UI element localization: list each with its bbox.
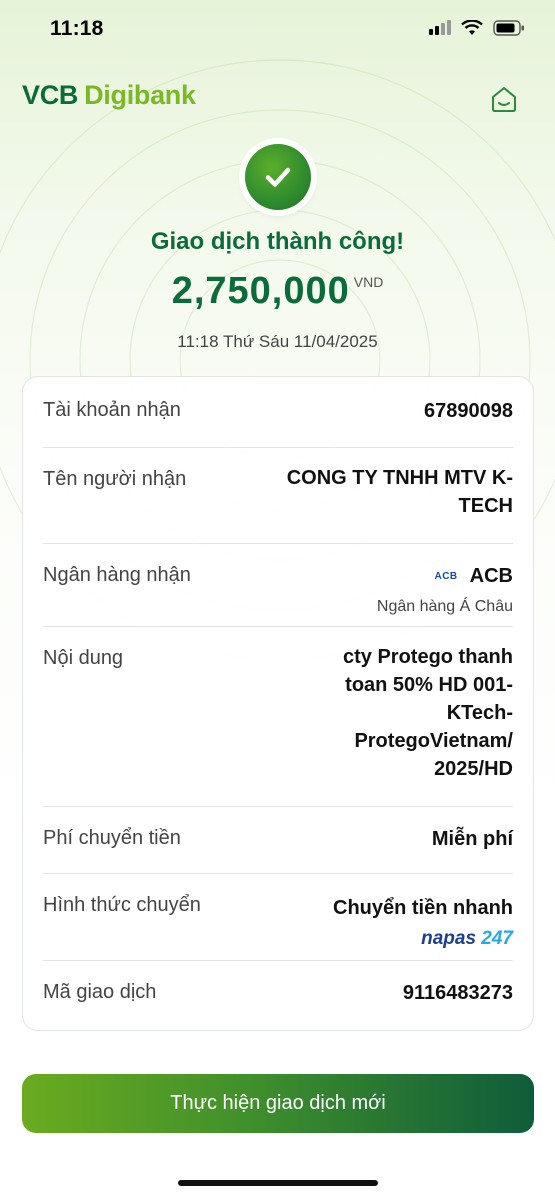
new-transaction-button[interactable]: Thực hiện giao dịch mới	[22, 1074, 534, 1133]
detail-row-method: Hình thức chuyển Chuyển tiền nhanh napas…	[43, 874, 513, 961]
detail-row-fee: Phí chuyển tiền Miễn phí	[43, 807, 513, 874]
vcb-digibank-logo: VCB Digibank	[22, 80, 196, 111]
method-value: Chuyển tiền nhanh	[333, 897, 513, 919]
txid-value: 9116483273	[402, 982, 513, 1004]
content-line: toan 50% HD 001-	[345, 674, 513, 696]
txid-label: Mã giao dịch	[43, 981, 157, 1003]
logo-digibank-text: Digibank	[84, 80, 196, 110]
fee-label: Phí chuyển tiền	[43, 827, 181, 849]
method-label: Hình thức chuyển	[43, 894, 201, 916]
acb-logo: ACB	[434, 570, 458, 582]
recipient-value-line2: TECH	[458, 495, 513, 517]
logo-vcb-text: VCB	[22, 80, 79, 110]
transaction-details-card: Tài khoản nhận 67890098 Tên người nhận C…	[22, 376, 534, 1031]
status-time: 11:18	[50, 17, 104, 40]
napas247-logo: napas 247	[421, 928, 513, 950]
detail-row-bank: Ngân hàng nhận ACB ACB Ngân hàng Á Châu	[43, 544, 513, 627]
recipient-label: Tên người nhận	[43, 468, 187, 490]
content-line: 2025/HD	[434, 758, 513, 780]
battery-icon	[493, 20, 524, 36]
home-icon	[492, 87, 516, 112]
signal-icon	[429, 20, 451, 35]
detail-row-txid: Mã giao dịch 9116483273	[43, 961, 513, 1031]
status-icons	[429, 20, 525, 36]
currency-label: VND	[353, 274, 384, 290]
home-button[interactable]	[489, 84, 519, 114]
content-label: Nội dung	[43, 647, 124, 669]
transfer-amount: 2,750,000	[171, 270, 350, 312]
status-bar: 11:18	[0, 0, 555, 58]
wifi-icon	[461, 20, 483, 35]
bank-fullname: Ngân hàng Á Châu	[376, 598, 513, 615]
bank-label: Ngân hàng nhận	[43, 564, 191, 586]
detail-row-recipient: Tên người nhận CONG TY TNHH MTV K- TECH	[43, 448, 513, 544]
bank-code: ACB	[469, 565, 513, 587]
checkmark-icon	[265, 167, 291, 187]
content-value: cty Protego thanh toan 50% HD 001- KTech…	[343, 643, 513, 783]
home-indicator[interactable]	[178, 1180, 378, 1186]
napas-text: napas	[421, 928, 477, 949]
content-line: KTech-	[446, 702, 513, 724]
success-title: Giao dịch thành công!	[150, 228, 405, 255]
detail-row-account: Tài khoản nhận 67890098	[43, 377, 513, 448]
content-line: cty Protego thanh	[342, 646, 513, 668]
account-value: 67890098	[424, 400, 513, 422]
bank-value: ACB ACB	[434, 562, 513, 591]
napas-247-text: 247	[481, 928, 513, 949]
content-line: ProtegoVietnam/	[354, 730, 513, 752]
transaction-datetime: 11:18 Thứ Sáu 11/04/2025	[177, 332, 378, 351]
amount-row: 2,750,000 VND	[0, 270, 555, 313]
account-label: Tài khoản nhận	[43, 399, 181, 421]
recipient-value: CONG TY TNHH MTV K- TECH	[287, 464, 513, 520]
recipient-value-line1: CONG TY TNHH MTV K-	[286, 467, 513, 489]
fee-value: Miễn phí	[431, 828, 513, 850]
success-badge	[245, 144, 311, 210]
detail-row-content: Nội dung cty Protego thanh toan 50% HD 0…	[43, 627, 513, 807]
